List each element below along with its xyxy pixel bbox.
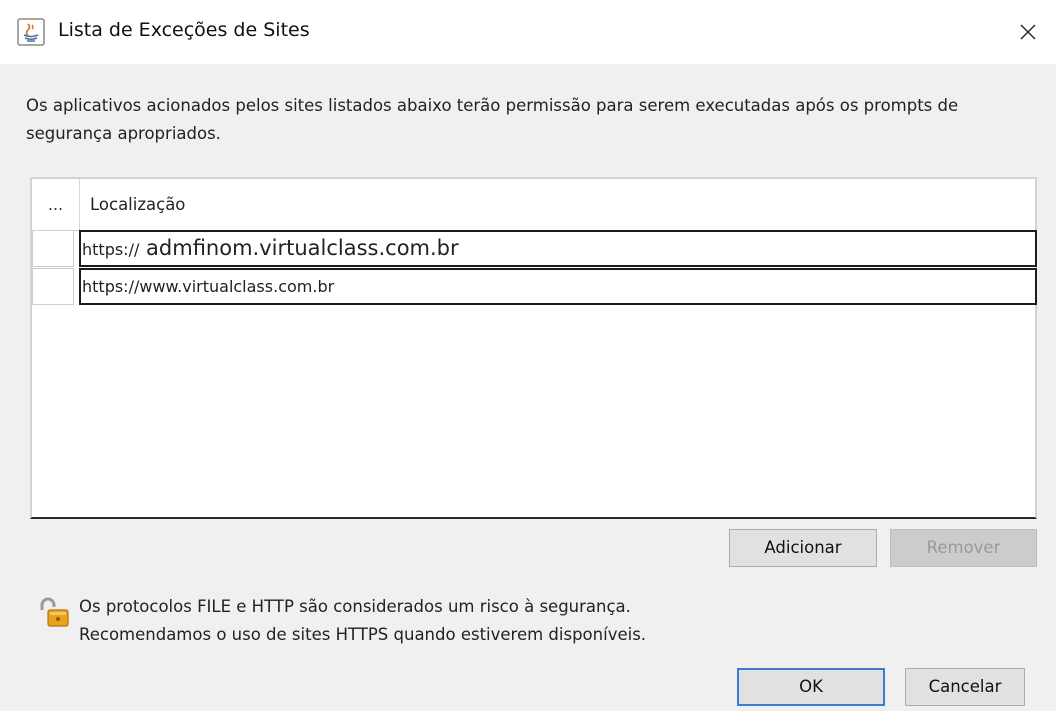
url-text: https://www.virtualclass.com.br <box>82 277 335 296</box>
window-title: Lista de Exceções de Sites <box>58 19 310 41</box>
security-warning: Os protocolos FILE e HTTP são considerad… <box>79 593 646 649</box>
close-icon <box>1020 24 1036 40</box>
site-exception-table: ... Localização https:// admfinom.virtua… <box>30 177 1037 519</box>
security-warning-line1: Os protocolos FILE e HTTP são considerad… <box>79 597 631 616</box>
description-text: Os aplicativos acionados pelos sites lis… <box>26 96 959 143</box>
close-button[interactable] <box>1000 0 1056 64</box>
table-header: ... Localização <box>32 179 1035 231</box>
table-row[interactable]: https:// admfinom.virtualclass.com.br <box>32 230 1037 267</box>
ok-button[interactable]: OK <box>737 668 885 706</box>
url-domain: admfinom.virtualclass.com.br <box>139 236 459 260</box>
add-button[interactable]: Adicionar <box>729 529 877 567</box>
row-selector[interactable] <box>32 230 74 267</box>
url-prefix: https:// <box>82 240 140 259</box>
table-row[interactable]: https://www.virtualclass.com.br <box>32 268 1037 305</box>
column-header-location[interactable]: Localização <box>90 179 185 230</box>
remove-button[interactable]: Remover <box>890 529 1037 567</box>
unlocked-padlock-icon <box>37 597 71 629</box>
title-bar: Lista de Exceções de Sites <box>0 0 1056 64</box>
security-warning-line2: Recomendamos o uso de sites HTTPS quando… <box>79 625 647 644</box>
location-cell[interactable]: https:// admfinom.virtualclass.com.br <box>79 230 1037 267</box>
location-cell[interactable]: https://www.virtualclass.com.br <box>79 268 1037 305</box>
cancel-button[interactable]: Cancelar <box>905 668 1025 706</box>
dialog-window: Lista de Exceções de Sites Os aplicativo… <box>0 0 1056 711</box>
column-header-select[interactable]: ... <box>32 179 80 230</box>
row-selector[interactable] <box>32 268 74 305</box>
java-icon <box>17 18 45 46</box>
